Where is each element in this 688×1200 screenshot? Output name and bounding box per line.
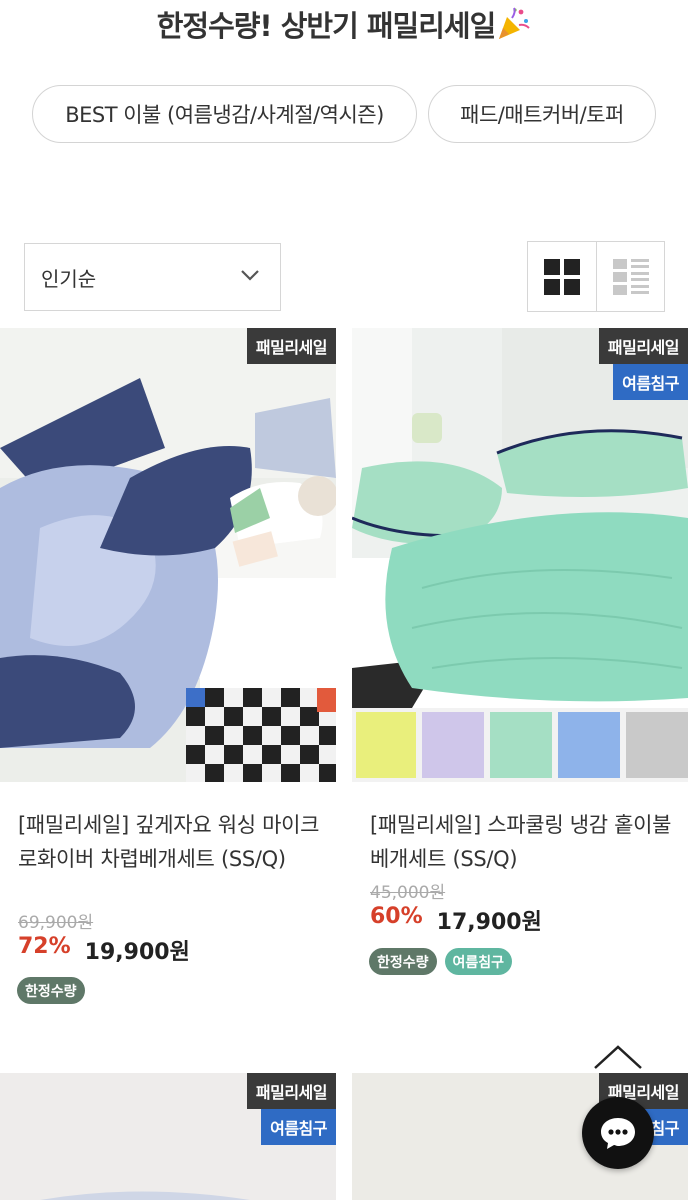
product-card[interactable]: 패밀리세일 여름침구 (0, 1073, 336, 1200)
page-title: 한정수량! 상반기 패밀리세일 (0, 4, 688, 48)
product-card[interactable]: 패밀리세일 [패밀리세일] 깊게자요 워싱 마이크로화이버 차렵베개세트 (SS… (0, 328, 336, 1018)
badge-family-sale: 패밀리세일 (246, 1073, 336, 1109)
product-price: 72% 19,900원 (18, 934, 190, 966)
product-sale-price: 19,900원 (84, 940, 190, 965)
chevron-down-icon (241, 270, 259, 281)
product-name[interactable]: [패밀리세일] 스파쿨링 냉감 홑이불 베개세트 (SS/Q) (370, 808, 675, 876)
sort-selected-label: 인기순 (41, 266, 97, 291)
grid-view-button[interactable] (528, 242, 596, 311)
sort-select[interactable]: 인기순 (24, 243, 281, 311)
product-original-price: 69,900원 (18, 913, 94, 933)
product-tags: 한정수량 (17, 977, 85, 1004)
product-card[interactable]: 패밀리세일 여름침구 [패밀리세일] 스파쿨링 냉감 홑이불 베개세트 (SS/… (352, 328, 688, 988)
category-chip-best-duvet[interactable]: BEST 이불 (여름냉감/사계절/역시즌) (32, 85, 417, 143)
tag-limited-quantity: 한정수량 (369, 948, 437, 975)
list-view-button[interactable] (596, 242, 664, 311)
product-sale-price: 17,900원 (436, 910, 542, 935)
product-price: 60% 17,900원 (370, 904, 542, 936)
category-chip-pad-topper[interactable]: 패드/매트커버/토퍼 (428, 85, 656, 143)
chat-button[interactable] (582, 1097, 654, 1169)
product-original-price: 45,000원 (370, 883, 446, 903)
chat-bubble-icon (601, 1118, 635, 1149)
grid-view-icon (544, 258, 580, 295)
product-name[interactable]: [패밀리세일] 깊게자요 워싱 마이크로화이버 차렵베개세트 (SS/Q) (18, 808, 323, 876)
badge-family-sale: 패밀리세일 (598, 328, 688, 364)
category-chip-label: 패드/매트커버/토퍼 (460, 103, 624, 127)
product-discount: 72% (18, 934, 71, 959)
view-toggle (527, 241, 665, 312)
page-title-text: 한정수량! 상반기 패밀리세일 (156, 9, 497, 43)
badge-family-sale: 패밀리세일 (246, 328, 336, 364)
list-view-icon (612, 258, 649, 295)
badge-summer-bedding: 여름침구 (261, 1109, 336, 1145)
scroll-top-icon[interactable] (592, 1043, 644, 1071)
product-image[interactable]: 패밀리세일 여름침구 (0, 1073, 336, 1200)
product-image[interactable]: 패밀리세일 (0, 328, 336, 782)
badge-summer-bedding: 여름침구 (613, 364, 688, 400)
tag-summer-bedding: 여름침구 (444, 948, 513, 975)
product-image[interactable]: 패밀리세일 여름침구 (352, 328, 688, 782)
category-chip-label: BEST 이불 (여름냉감/사계절/역시즌) (65, 103, 384, 127)
tag-limited-quantity: 한정수량 (17, 977, 85, 1004)
product-tags: 한정수량 여름침구 (369, 948, 513, 975)
product-discount: 60% (370, 904, 423, 929)
party-popper-icon (495, 6, 531, 42)
